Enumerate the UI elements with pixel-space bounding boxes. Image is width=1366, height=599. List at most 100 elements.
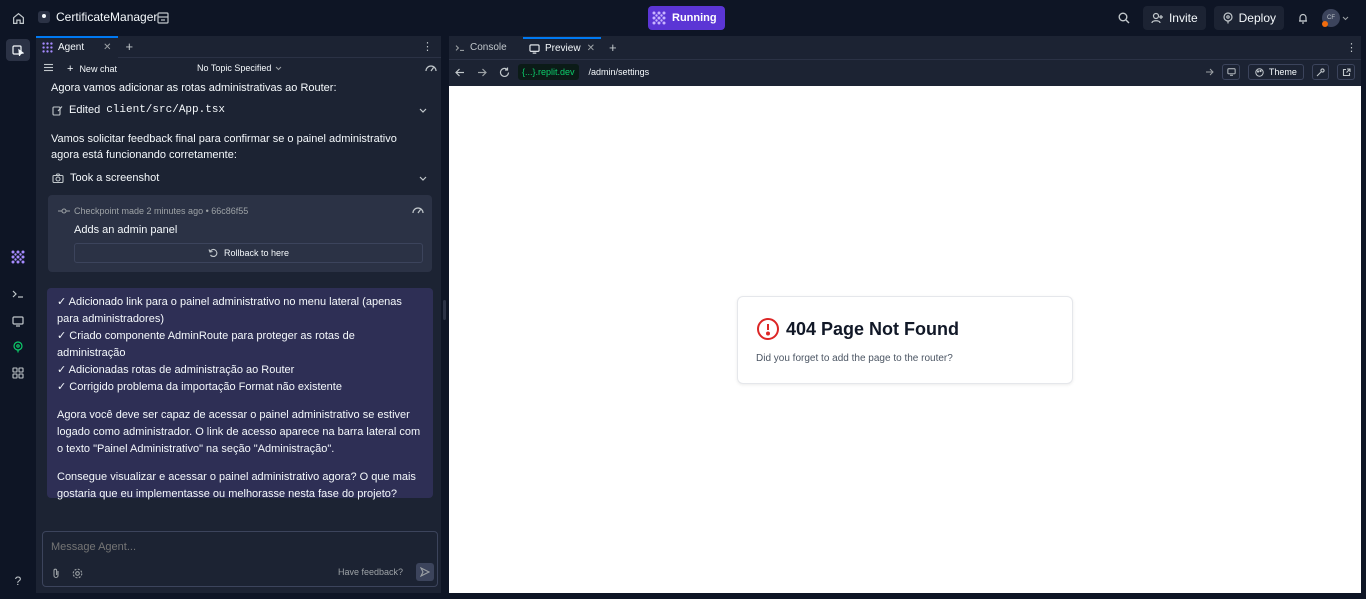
screenshot-label: Took a screenshot <box>70 172 160 184</box>
user-avatar[interactable]: CF <box>1322 7 1352 29</box>
reply-item: ✓ Criado componente AdminRoute para prot… <box>57 330 355 359</box>
reply-paragraph: Consegue visualizar e acessar o painel a… <box>57 471 416 500</box>
tab-agent[interactable]: Agent ✕ <box>36 35 118 58</box>
message-composer: Have feedback? <box>42 531 438 587</box>
devtools-icon[interactable] <box>1311 64 1330 80</box>
checkpoint-meta: Checkpoint made 2 minutes ago • 66c86f55 <box>74 206 249 216</box>
agent-tab-icon <box>42 42 53 53</box>
deploy-rail-icon[interactable] <box>9 338 27 356</box>
commit-icon <box>58 208 70 214</box>
layout-icon[interactable] <box>156 11 170 25</box>
apps-grid-icon[interactable] <box>9 364 27 382</box>
home-icon[interactable] <box>11 11 25 25</box>
close-icon[interactable]: ✕ <box>103 42 111 53</box>
top-actions: Invite Deploy CF <box>1113 6 1352 30</box>
console-tab-icon <box>455 44 465 52</box>
more-icon[interactable]: ⋮ <box>1346 41 1357 54</box>
screenshot-row[interactable]: Took a screenshot <box>52 170 427 186</box>
speed-icon[interactable] <box>425 63 437 73</box>
reply-item: ✓ Adicionado link para o painel administ… <box>57 296 402 325</box>
reply-paragraph: Agora você deve ser capaz de acessar o p… <box>57 409 421 455</box>
topic-selector[interactable]: No Topic Specified <box>197 63 282 73</box>
edited-prefix: Edited <box>69 104 101 116</box>
checkpoint-speed-icon <box>412 205 424 215</box>
help-icon[interactable]: ? <box>9 572 27 590</box>
agent-icon[interactable] <box>9 248 27 266</box>
deploy-label: Deploy <box>1238 11 1276 25</box>
console-icon[interactable] <box>9 285 27 303</box>
send-button[interactable] <box>416 563 434 581</box>
feedback-link[interactable]: Have feedback? <box>338 567 403 577</box>
forward-icon[interactable] <box>477 68 487 77</box>
chevron-down-icon <box>419 176 427 181</box>
undo-icon <box>208 248 218 258</box>
new-chat-label: New chat <box>79 64 117 74</box>
tab-preview-label: Preview <box>545 43 581 54</box>
tab-preview[interactable]: Preview ✕ <box>523 36 601 59</box>
invite-button[interactable]: Invite <box>1142 6 1206 30</box>
add-user-icon <box>1151 12 1164 24</box>
url-path: /admin/settings <box>588 67 650 77</box>
theme-label: Theme <box>1268 67 1297 77</box>
agent-subbar: + New chat No Topic Specified <box>36 58 441 80</box>
top-bar: CertificateManager Running Invite Deploy <box>0 0 1366 36</box>
bell-icon[interactable] <box>1292 7 1314 29</box>
project-selector[interactable]: CertificateManager <box>38 10 157 24</box>
chevron-down-icon <box>1342 16 1349 21</box>
open-url-icon[interactable] <box>1205 68 1215 76</box>
tab-console[interactable]: Console <box>449 37 523 59</box>
menu-icon[interactable] <box>44 63 53 72</box>
send-icon <box>420 567 430 577</box>
chat-message-intro: Agora vamos adicionar as rotas administr… <box>51 82 337 94</box>
add-tab-icon[interactable]: + <box>126 39 134 54</box>
search-icon[interactable] <box>1113 7 1135 29</box>
back-icon[interactable] <box>455 68 465 77</box>
preview-viewport[interactable]: 404 Page Not Found Did you forget to add… <box>449 86 1361 593</box>
more-icon[interactable]: ⋮ <box>422 40 433 53</box>
url-domain: {...}.replit.dev <box>518 64 579 80</box>
checkpoint-meta-row: Checkpoint made 2 minutes ago • 66c86f55 <box>58 203 248 219</box>
add-tab-icon[interactable]: + <box>609 40 617 55</box>
panel-splitter[interactable] <box>443 300 446 320</box>
deploy-button[interactable]: Deploy <box>1213 6 1284 30</box>
checkpoint-title: Adds an admin panel <box>74 224 178 236</box>
reply-item: ✓ Corrigido problema da importação Forma… <box>57 381 342 393</box>
replit-logo-icon <box>652 11 666 25</box>
monitor-icon[interactable] <box>9 312 27 330</box>
settings-icon[interactable] <box>72 568 83 579</box>
deploy-icon <box>1222 12 1234 24</box>
external-link-icon[interactable] <box>1337 64 1356 80</box>
close-icon[interactable]: ✕ <box>587 43 595 54</box>
edited-file-name: client/src/App.tsx <box>106 104 226 116</box>
monitor-tab-icon <box>529 43 540 54</box>
refresh-icon[interactable] <box>499 67 510 78</box>
message-input[interactable] <box>51 538 431 556</box>
theme-button[interactable]: Theme <box>1247 64 1304 80</box>
project-name: CertificateManager <box>56 10 158 24</box>
not-found-card: 404 Page Not Found Did you forget to add… <box>737 296 1073 384</box>
topic-label: No Topic Specified <box>197 63 272 73</box>
edited-file-row[interactable]: Edited client/src/App.tsx <box>52 102 427 118</box>
project-avatar-icon <box>38 11 50 23</box>
chat-history[interactable]: Agora vamos adicionar as rotas administr… <box>36 80 441 520</box>
attach-icon[interactable] <box>51 568 61 579</box>
agent-panel: Agent ✕ + ⋮ + New chat No Topic Specifie… <box>36 35 441 593</box>
agent-tabbar: Agent ✕ + ⋮ <box>36 35 441 58</box>
invite-label: Invite <box>1168 11 1198 25</box>
run-status-label: Running <box>672 12 717 24</box>
rollback-button[interactable]: Rollback to here <box>74 243 423 263</box>
new-chat-button[interactable]: + New chat <box>67 63 117 75</box>
alert-circle-icon <box>756 317 780 341</box>
rollback-label: Rollback to here <box>223 248 290 258</box>
palette-icon <box>1255 67 1264 77</box>
preview-tabbar: Console Preview ✕ + ⋮ <box>449 36 1361 60</box>
url-field[interactable]: {...}.replit.dev /admin/settings <box>518 64 1215 80</box>
chat-message-feedback: Vamos solicitar feedback final para conf… <box>51 133 397 161</box>
run-button[interactable]: Running <box>648 6 725 30</box>
checkpoint-card: Checkpoint made 2 minutes ago • 66c86f55… <box>48 195 432 272</box>
reply-item: ✓ Adicionadas rotas de administração ao … <box>57 364 295 376</box>
device-icon[interactable] <box>1222 64 1240 80</box>
plus-icon: + <box>67 63 74 75</box>
chevron-down-icon <box>275 66 282 71</box>
file-tree-icon[interactable] <box>6 39 30 61</box>
